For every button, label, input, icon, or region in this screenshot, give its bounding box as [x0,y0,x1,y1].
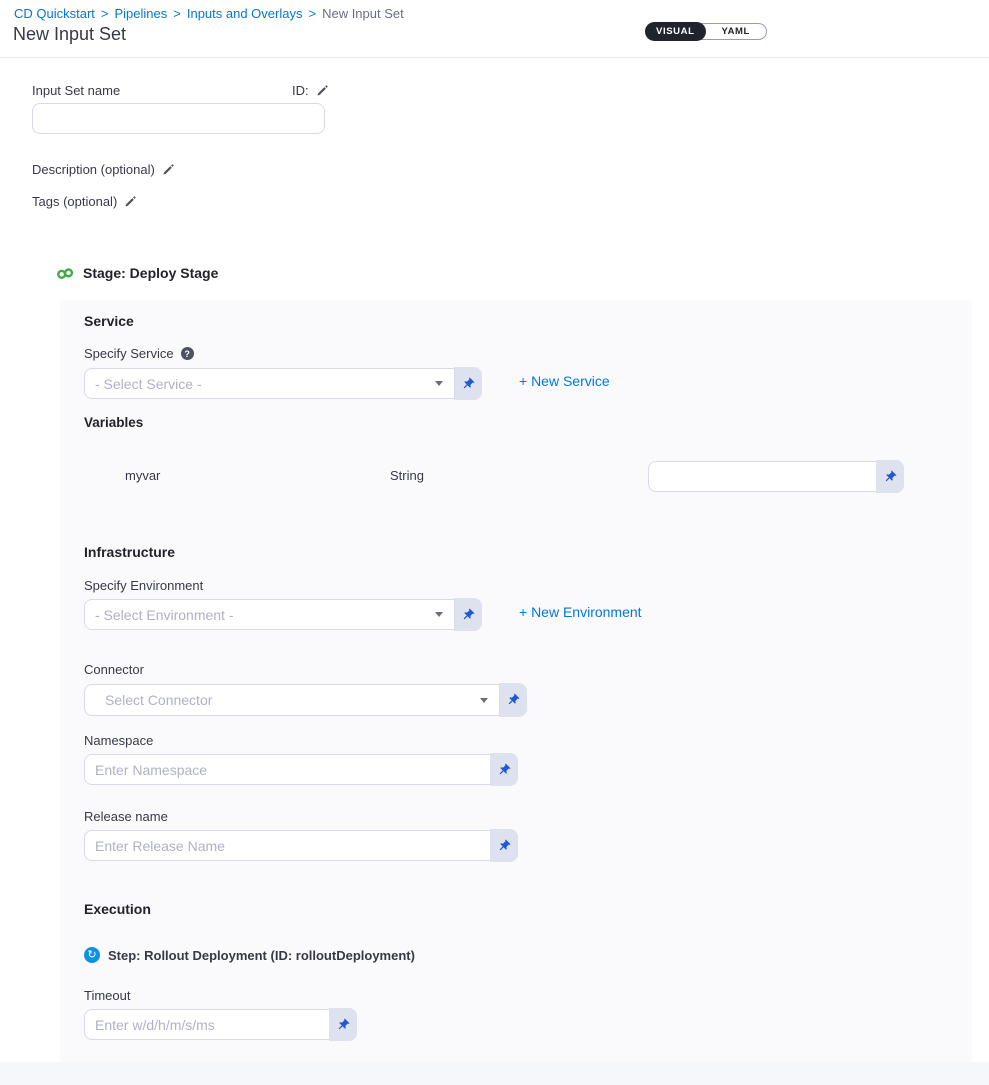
stage-label: Stage: Deploy Stage [83,265,218,281]
breadcrumb: CD Quickstart > Pipelines > Inputs and Overl… [14,6,404,21]
variable-name: myvar [125,468,160,483]
release-name-field[interactable] [84,830,491,861]
infrastructure-heading: Infrastructure [84,544,175,560]
edit-id-icon[interactable] [316,84,329,97]
timeout-field[interactable] [84,1009,330,1040]
namespace-field[interactable] [84,754,491,785]
edit-description-icon[interactable] [162,163,175,176]
page-title: New Input Set [13,24,126,45]
pin-runtime-input-button[interactable] [454,367,482,400]
tags-label: Tags (optional) [32,194,117,209]
pin-runtime-input-button[interactable] [329,1008,357,1041]
step-rollout-deployment-header: ↻ Step: Rollout Deployment (ID: rolloutD… [84,947,415,963]
specify-service-group: Specify Service ? [84,346,194,361]
tab-visual[interactable]: VISUAL [645,22,706,41]
edit-tags-icon[interactable] [124,195,137,208]
pin-runtime-input-button[interactable] [490,829,518,862]
select-service-dropdown[interactable] [84,368,455,399]
description-group: Description (optional) [32,162,175,177]
variable-value-field[interactable] [648,461,877,492]
help-icon[interactable]: ? [181,347,194,360]
new-input-set-page: CD Quickstart > Pipelines > Inputs and Overl… [0,0,989,1085]
breadcrumb-separator: > [173,6,181,21]
select-connector-dropdown[interactable] [84,684,500,716]
description-label: Description (optional) [32,162,155,177]
stage-form-panel: Service Specify Service ? + New Service … [60,300,972,1062]
select-connector-input[interactable] [84,684,500,716]
input-set-name-field[interactable] [32,103,325,134]
visual-yaml-toggle: VISUAL YAML [645,23,767,40]
pin-runtime-input-button[interactable] [490,753,518,786]
select-service-input[interactable] [84,368,455,399]
id-field-group: ID: [292,83,329,98]
stage-deploy-stage-header[interactable]: Stage: Deploy Stage [56,265,218,281]
pin-runtime-input-button[interactable] [876,460,904,493]
tab-yaml[interactable]: YAML [706,23,767,40]
step-label: Step: Rollout Deployment (ID: rolloutDep… [108,948,415,963]
select-environment-input[interactable] [84,599,455,630]
breadcrumb-current: New Input Set [322,6,404,21]
pin-runtime-input-button[interactable] [454,598,482,631]
breadcrumb-inputs-overlays[interactable]: Inputs and Overlays [187,6,303,21]
new-environment-link[interactable]: + New Environment [519,604,642,620]
rollout-deployment-icon: ↻ [84,947,100,963]
namespace-label: Namespace [84,733,153,748]
select-environment-dropdown[interactable] [84,599,455,630]
breadcrumb-cd-quickstart[interactable]: CD Quickstart [14,6,95,21]
specify-service-label: Specify Service [84,346,174,361]
service-heading: Service [84,313,134,329]
header-divider [0,57,989,58]
id-label: ID: [292,83,309,98]
connector-label: Connector [84,662,144,677]
variable-type: String [390,468,424,483]
breadcrumb-separator: > [308,6,316,21]
breadcrumb-pipelines[interactable]: Pipelines [115,6,168,21]
pin-runtime-input-button[interactable] [499,683,527,717]
specify-environment-label: Specify Environment [84,578,203,593]
release-name-label: Release name [84,809,168,824]
execution-heading: Execution [84,901,151,917]
new-service-link[interactable]: + New Service [519,373,610,389]
link-icon [55,264,77,283]
timeout-label: Timeout [84,988,130,1003]
breadcrumb-separator: > [101,6,109,21]
input-set-name-label: Input Set name [32,83,120,98]
bottom-strip [0,1062,989,1085]
variables-heading: Variables [84,415,143,430]
tags-group: Tags (optional) [32,194,137,209]
